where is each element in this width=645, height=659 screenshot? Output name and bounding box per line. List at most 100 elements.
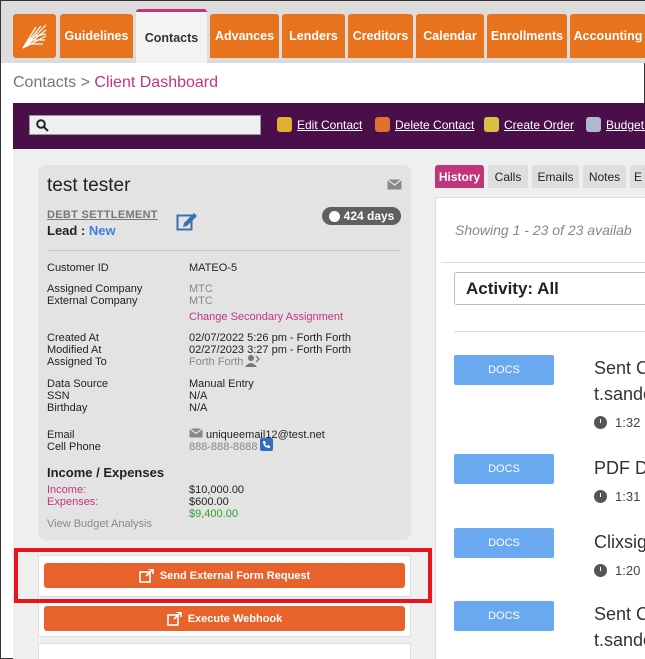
email-label: Email xyxy=(47,429,75,441)
program-link[interactable]: DEBT SETTLEMENT xyxy=(47,209,158,221)
nav-tab-creditors[interactable]: Creditors xyxy=(348,14,413,58)
nav-tab-accounting[interactable]: Accounting xyxy=(570,14,645,58)
birthday-value: N/A xyxy=(189,402,208,414)
divider xyxy=(441,262,645,263)
tab-more[interactable]: E xyxy=(630,165,645,188)
clock-icon xyxy=(594,416,607,429)
clock-icon xyxy=(594,490,607,503)
reassign-user-icon[interactable] xyxy=(245,354,260,367)
activity-time: 1:32 xyxy=(594,415,640,430)
phone-value: 888-888-8888 xyxy=(189,441,258,453)
activity-title: Sent C xyxy=(594,358,645,378)
assigned-company-value: MTC xyxy=(189,283,213,295)
edit-icon[interactable] xyxy=(176,211,198,231)
activity-filter-select[interactable]: Activity: All xyxy=(454,272,645,305)
envelope-icon[interactable] xyxy=(387,179,402,190)
activity-user: t.sande xyxy=(594,630,645,650)
docs-badge: DOCS xyxy=(454,601,554,631)
activity-time: 1:31 xyxy=(594,489,640,504)
modified-value: 02/27/2023 3:27 pm - Forth Forth xyxy=(189,344,352,356)
execute-webhook-button[interactable]: Execute Webhook xyxy=(44,606,405,631)
activity-time-value: 1:31 xyxy=(615,489,641,504)
nav-tab-enrollments[interactable]: Enrollments xyxy=(487,14,567,58)
activity-title: Clixsig xyxy=(594,532,645,552)
breadcrumb: Contacts > Client Dashboard xyxy=(13,74,218,92)
calculator-icon xyxy=(586,117,601,132)
breadcrumb-separator: > xyxy=(80,74,90,91)
assigned-to-label: Assigned To xyxy=(47,356,107,368)
days-badge: 424 days xyxy=(322,207,401,225)
docs-badge: DOCS xyxy=(454,355,554,385)
email-envelope-icon[interactable] xyxy=(189,428,203,438)
activity-time-value: 1:20 xyxy=(615,563,641,578)
assigned-company-label: Assigned Company xyxy=(47,283,143,295)
created-value: 02/07/2022 5:26 pm - Forth Forth xyxy=(189,332,352,344)
breadcrumb-current: Client Dashboard xyxy=(94,74,219,91)
budget-link[interactable]: Budget A xyxy=(586,117,645,132)
activity-title: Sent C xyxy=(594,604,645,624)
created-label: Created At xyxy=(47,332,99,344)
delete-contact-label: Delete Contact xyxy=(395,117,475,132)
nav-tab-guidelines[interactable]: Guidelines xyxy=(60,14,133,58)
search-icon xyxy=(36,119,49,132)
tab-emails[interactable]: Emails xyxy=(532,165,579,188)
breadcrumb-parent[interactable]: Contacts xyxy=(13,74,76,91)
change-secondary-link[interactable]: Change Secondary Assignment xyxy=(189,311,343,323)
nav-tab-contacts[interactable]: Contacts xyxy=(136,9,207,63)
data-source-value: Manual Entry xyxy=(189,378,254,390)
divider xyxy=(47,250,401,251)
data-source-label: Data Source xyxy=(47,378,109,390)
birthday-label: Birthday xyxy=(47,402,88,414)
income-value: $10,000.00 xyxy=(189,484,245,496)
external-company-label: External Company xyxy=(47,295,138,307)
external-company-value: MTC xyxy=(189,295,213,307)
action-toolbar: Edit Contact Delete Contact Create Order… xyxy=(13,103,645,149)
tab-history[interactable]: History xyxy=(435,165,484,188)
customer-id-value: MATEO-5 xyxy=(189,262,238,274)
expenses-value: $600.00 xyxy=(189,496,229,508)
nav-tab-advances[interactable]: Advances xyxy=(210,14,279,58)
clock-icon xyxy=(328,210,340,222)
edit-user-icon xyxy=(277,117,292,132)
budget-label: Budget A xyxy=(606,117,645,132)
delete-user-icon xyxy=(375,117,390,132)
activity-user: t.sande xyxy=(594,384,645,404)
edit-contact-label: Edit Contact xyxy=(297,117,363,132)
order-box-icon xyxy=(484,117,499,132)
activity-title: PDF D xyxy=(594,458,645,478)
logo-icon xyxy=(22,24,47,49)
net-value: $9,400.00 xyxy=(189,508,238,520)
contact-name: test tester xyxy=(47,175,131,196)
ssn-label: SSN xyxy=(47,390,70,402)
lead-status-value: New xyxy=(88,223,116,238)
income-label: Income: xyxy=(47,484,87,496)
next-panel xyxy=(38,643,411,659)
execute-webhook-label: Execute Webhook xyxy=(187,612,283,625)
assigned-to-value: Forth Forth xyxy=(189,356,244,368)
activity-time-value: 1:32 xyxy=(615,415,641,430)
phone-label: Cell Phone xyxy=(47,441,101,453)
search-input[interactable] xyxy=(29,115,261,135)
days-badge-label: 424 days xyxy=(343,209,395,223)
phone-icon[interactable] xyxy=(260,438,273,451)
clock-icon xyxy=(594,564,607,577)
view-budget-link[interactable]: View Budget Analysis xyxy=(47,518,152,530)
income-heading: Income / Expenses xyxy=(47,465,165,480)
nav-tab-calendar[interactable]: Calendar xyxy=(416,14,484,58)
app-logo[interactable] xyxy=(13,14,56,58)
create-order-label: Create Order xyxy=(504,117,575,132)
tab-calls[interactable]: Calls xyxy=(488,165,528,188)
nav-tab-lenders[interactable]: Lenders xyxy=(282,14,345,58)
edit-contact-link[interactable]: Edit Contact xyxy=(277,117,362,132)
create-order-link[interactable]: Create Order xyxy=(484,117,574,132)
modified-label: Modified At xyxy=(47,344,102,356)
external-link-icon xyxy=(166,611,182,626)
highlight-box xyxy=(14,548,432,603)
customer-id-label: Customer ID xyxy=(47,262,109,274)
ssn-value: N/A xyxy=(189,390,208,402)
lead-status: Lead : New xyxy=(47,223,116,238)
tab-notes[interactable]: Notes xyxy=(583,165,626,188)
activity-time: 1:20 xyxy=(594,563,640,578)
expenses-label: Expenses: xyxy=(47,496,99,508)
delete-contact-link[interactable]: Delete Contact xyxy=(375,117,474,132)
